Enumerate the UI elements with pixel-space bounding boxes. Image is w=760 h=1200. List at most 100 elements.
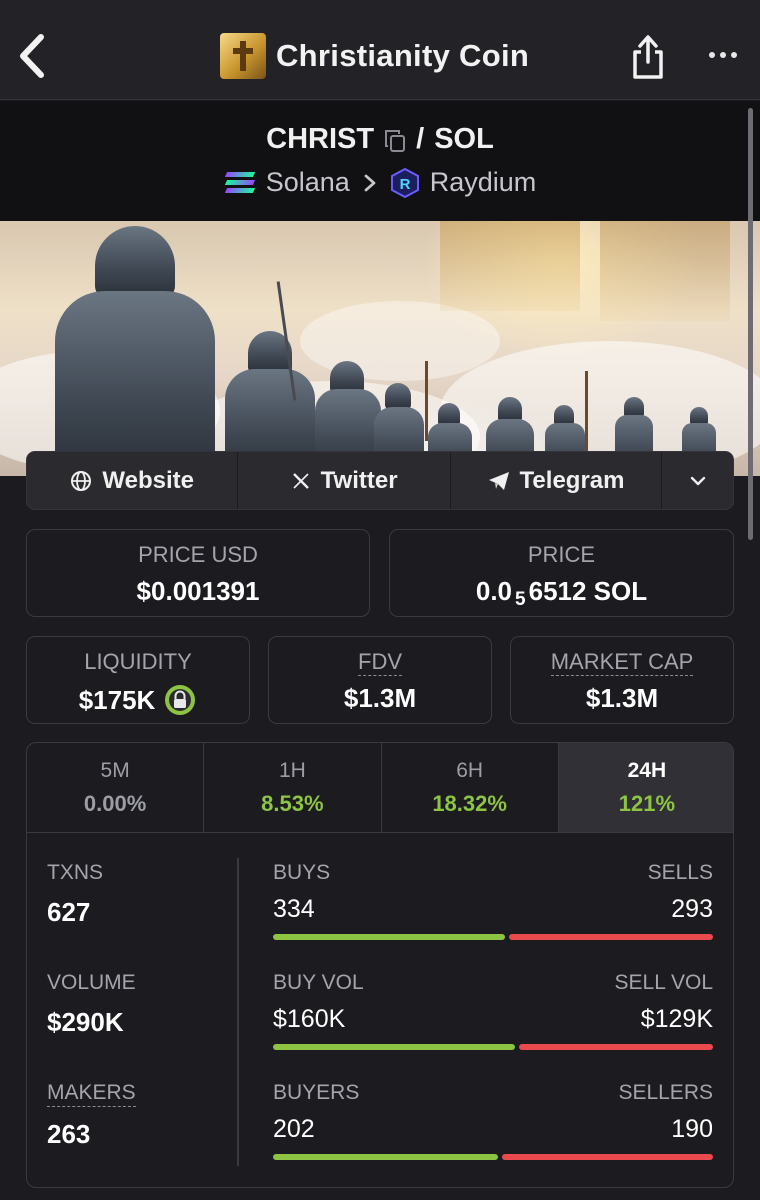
share-icon <box>633 35 663 79</box>
buyers-label: BUYERS <box>273 1081 360 1104</box>
buys-sells-row: BUYS SELLS 334 293 <box>273 861 713 940</box>
more-dot <box>731 52 737 58</box>
volume-label: VOLUME <box>47 971 136 994</box>
telegram-button[interactable]: Telegram <box>451 452 663 509</box>
fdv-card: FDV $1.3M <box>268 636 492 724</box>
token-banner-image <box>0 221 760 476</box>
txns-value: 627 <box>47 897 91 927</box>
market-cap-label[interactable]: MARKET CAP <box>550 649 694 676</box>
tab-6h[interactable]: 6H 18.32% <box>382 743 559 832</box>
buy-vol-value: $160K <box>273 1005 346 1033</box>
telegram-label: Telegram <box>519 466 625 494</box>
buys-value: 334 <box>273 895 315 923</box>
volume-split-row: BUY VOL SELL VOL $160K $129K <box>273 971 713 1050</box>
buyers-sellers-row: BUYERS SELLERS 202 190 <box>273 1081 713 1160</box>
totals-column: TXNS 627 VOLUME $290K MAKERS 263 <box>47 861 227 1150</box>
buys-label: BUYS <box>273 861 331 884</box>
price-usd-card: PRICE USD $0.001391 <box>26 529 370 617</box>
price-native-value: 0.0 5 6512 SOL <box>475 576 648 610</box>
sells-value: 293 <box>671 895 713 923</box>
telegram-icon <box>488 471 509 490</box>
pair-separator: / <box>416 123 425 155</box>
stats-panel: 5M 0.00% 1H 8.53% 6H 18.32% 24H 121% TXN… <box>26 742 734 1188</box>
solana-icon <box>224 170 256 196</box>
chain-breadcrumb: Solana R Raydium <box>0 167 760 198</box>
buys-sells-bar <box>273 934 713 940</box>
more-dot <box>720 52 726 58</box>
pair-header: CHRIST / SOL Solana R Raydium <box>0 101 760 221</box>
website-button[interactable]: Website <box>27 452 239 509</box>
twitter-label: Twitter <box>320 466 398 494</box>
sells-bar-fill <box>509 934 713 940</box>
txns-label: TXNS <box>47 861 104 884</box>
raydium-icon: R <box>390 167 420 198</box>
fdv-value: $1.3M <box>343 683 417 713</box>
token-name: Christianity Coin <box>276 38 530 73</box>
sell-vol-bar-fill <box>519 1044 713 1050</box>
zero-count-subscript: 5 <box>515 588 526 610</box>
tab-24h[interactable]: 24H 121% <box>558 743 733 832</box>
copy-icon[interactable] <box>384 128 406 152</box>
cross-icon <box>233 41 253 71</box>
x-logo-icon <box>292 472 309 489</box>
price-native-card: PRICE 0.0 5 6512 SOL <box>389 529 734 617</box>
svg-text:R: R <box>399 176 410 193</box>
top-bar: Christianity Coin <box>0 0 760 100</box>
lock-icon[interactable] <box>163 683 197 717</box>
volume-metric: VOLUME $290K <box>47 971 227 1081</box>
buys-bar-fill <box>273 934 505 940</box>
column-divider <box>237 858 239 1166</box>
dex-name[interactable]: Raydium <box>430 167 537 198</box>
volume-value: $290K <box>47 1007 124 1037</box>
chevron-left-icon <box>20 34 44 78</box>
buy-vol-label: BUY VOL <box>273 971 364 994</box>
makers-metric: MAKERS 263 <box>47 1081 227 1150</box>
liquidity-label: LIQUIDITY <box>84 649 192 674</box>
pair-line: CHRIST / SOL <box>0 123 760 156</box>
sellers-label: SELLERS <box>618 1081 713 1104</box>
base-symbol: CHRIST <box>266 123 375 155</box>
quote-symbol: SOL <box>434 123 494 155</box>
chevron-down-icon <box>690 476 705 485</box>
liquidity-card: LIQUIDITY $175K <box>26 636 250 724</box>
buyers-bar-fill <box>273 1154 498 1160</box>
makers-value: 263 <box>47 1119 91 1149</box>
price-usd-value: $0.001391 <box>136 576 260 606</box>
chevron-right-icon <box>364 174 376 191</box>
sellers-value: 190 <box>671 1115 713 1143</box>
change-24h: 121% <box>618 791 676 816</box>
price-native-label: PRICE <box>527 542 596 567</box>
globe-icon <box>71 470 92 491</box>
token-logo <box>220 33 266 79</box>
market-cap-value: $1.3M <box>585 683 659 713</box>
sells-label: SELLS <box>647 861 713 884</box>
makers-label[interactable]: MAKERS <box>47 1081 136 1107</box>
page-scrollbar[interactable] <box>748 108 753 540</box>
token-title: Christianity Coin <box>220 33 529 79</box>
change-5m: 0.00% <box>83 791 147 816</box>
market-cap-card: MARKET CAP $1.3M <box>510 636 734 724</box>
timeframe-tabs: 5M 0.00% 1H 8.53% 6H 18.32% 24H 121% <box>27 743 733 833</box>
change-1h: 8.53% <box>261 791 324 816</box>
more-dot <box>709 52 715 58</box>
more-options-button[interactable] <box>703 40 743 70</box>
sell-vol-value: $129K <box>640 1005 713 1033</box>
more-links-dropdown[interactable] <box>662 452 733 509</box>
website-label: Website <box>102 466 194 494</box>
twitter-button[interactable]: Twitter <box>238 452 451 509</box>
liquidity-value: $175K <box>78 684 156 715</box>
change-6h: 18.32% <box>432 791 507 816</box>
tab-5m[interactable]: 5M 0.00% <box>27 743 205 832</box>
txns-metric: TXNS 627 <box>47 861 227 971</box>
social-links-bar: Website Twitter Telegram <box>26 451 734 510</box>
share-button[interactable] <box>628 34 668 80</box>
tab-1h[interactable]: 1H 8.53% <box>204 743 382 832</box>
chain-name[interactable]: Solana <box>266 167 350 198</box>
buyers-sellers-bar <box>273 1154 713 1160</box>
sellers-bar-fill <box>502 1154 713 1160</box>
fdv-label[interactable]: FDV <box>358 649 402 676</box>
volume-split-bar <box>273 1044 713 1050</box>
buy-vol-bar-fill <box>273 1044 515 1050</box>
back-button[interactable] <box>12 30 52 82</box>
price-usd-label: PRICE USD <box>138 542 258 567</box>
